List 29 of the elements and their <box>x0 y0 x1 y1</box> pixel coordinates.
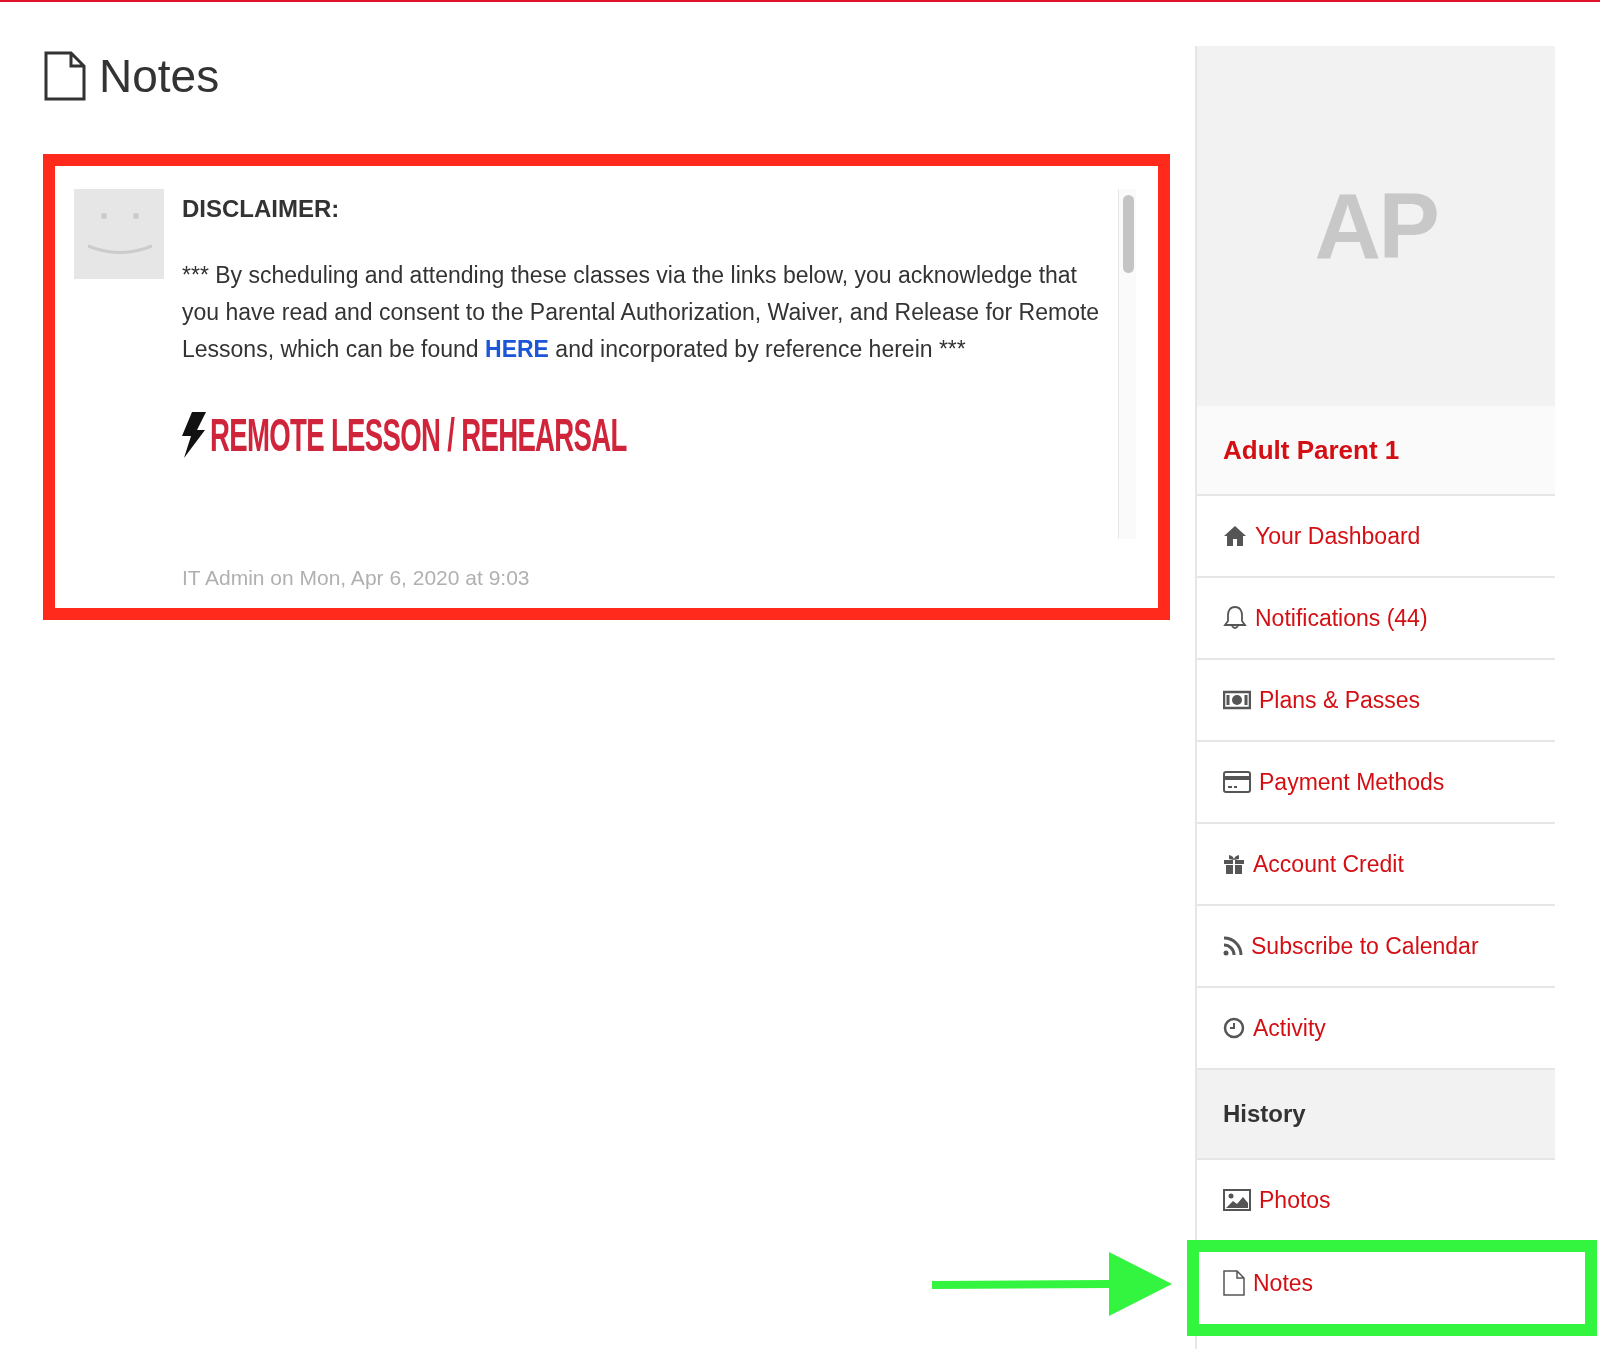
sidebar-link[interactable]: Subscribe to Calendar <box>1223 928 1479 964</box>
note-meta: IT Admin on Mon, Apr 6, 2020 at 9:03 <box>182 565 530 592</box>
section-header: History <box>1223 1099 1306 1129</box>
image-icon <box>1223 1189 1251 1211</box>
lightning-icon <box>182 412 206 458</box>
clock-icon <box>1223 1017 1245 1039</box>
document-icon <box>43 50 87 102</box>
credit-card-icon <box>1223 771 1251 793</box>
sidebar-link[interactable]: Notes <box>1223 1265 1314 1301</box>
banner-text: REMOTE LESSON / REHEARSAL <box>210 407 627 463</box>
sidebar-link[interactable]: Photos <box>1223 1182 1331 1218</box>
note-text: *** By scheduling and attending these classes via the links below, you acknowledge that you have read and consent to the Parental Authorization, Waiver, and Release for Remote Lessons, which can be found HERE and incorporated by reference herein *** <box>182 261 1101 364</box>
rss-icon <box>1223 936 1243 956</box>
page-title: Notes <box>99 53 220 99</box>
note-heading: DISCLAIMER: <box>182 194 340 224</box>
document-icon <box>1223 1270 1245 1296</box>
bell-icon <box>1223 605 1247 631</box>
sidebar-link[interactable]: Payment Methods <box>1223 764 1445 800</box>
sidebar-link[interactable]: Activity <box>1223 1010 1326 1046</box>
banknote-icon <box>1223 690 1251 710</box>
scrollbar[interactable] <box>1118 189 1136 539</box>
here-link[interactable]: HERE <box>485 336 549 362</box>
sidebar-link[interactable]: Account Credit <box>1223 846 1404 882</box>
sidebar-link[interactable]: Your Dashboard <box>1223 518 1421 554</box>
home-icon <box>1223 525 1247 547</box>
gift-icon <box>1223 853 1245 875</box>
sidebar-link[interactable]: Plans & Passes <box>1223 682 1421 718</box>
user-name: Adult Parent 1 <box>1223 433 1400 467</box>
sidebar-link[interactable]: Notifications (44) <box>1223 600 1428 636</box>
